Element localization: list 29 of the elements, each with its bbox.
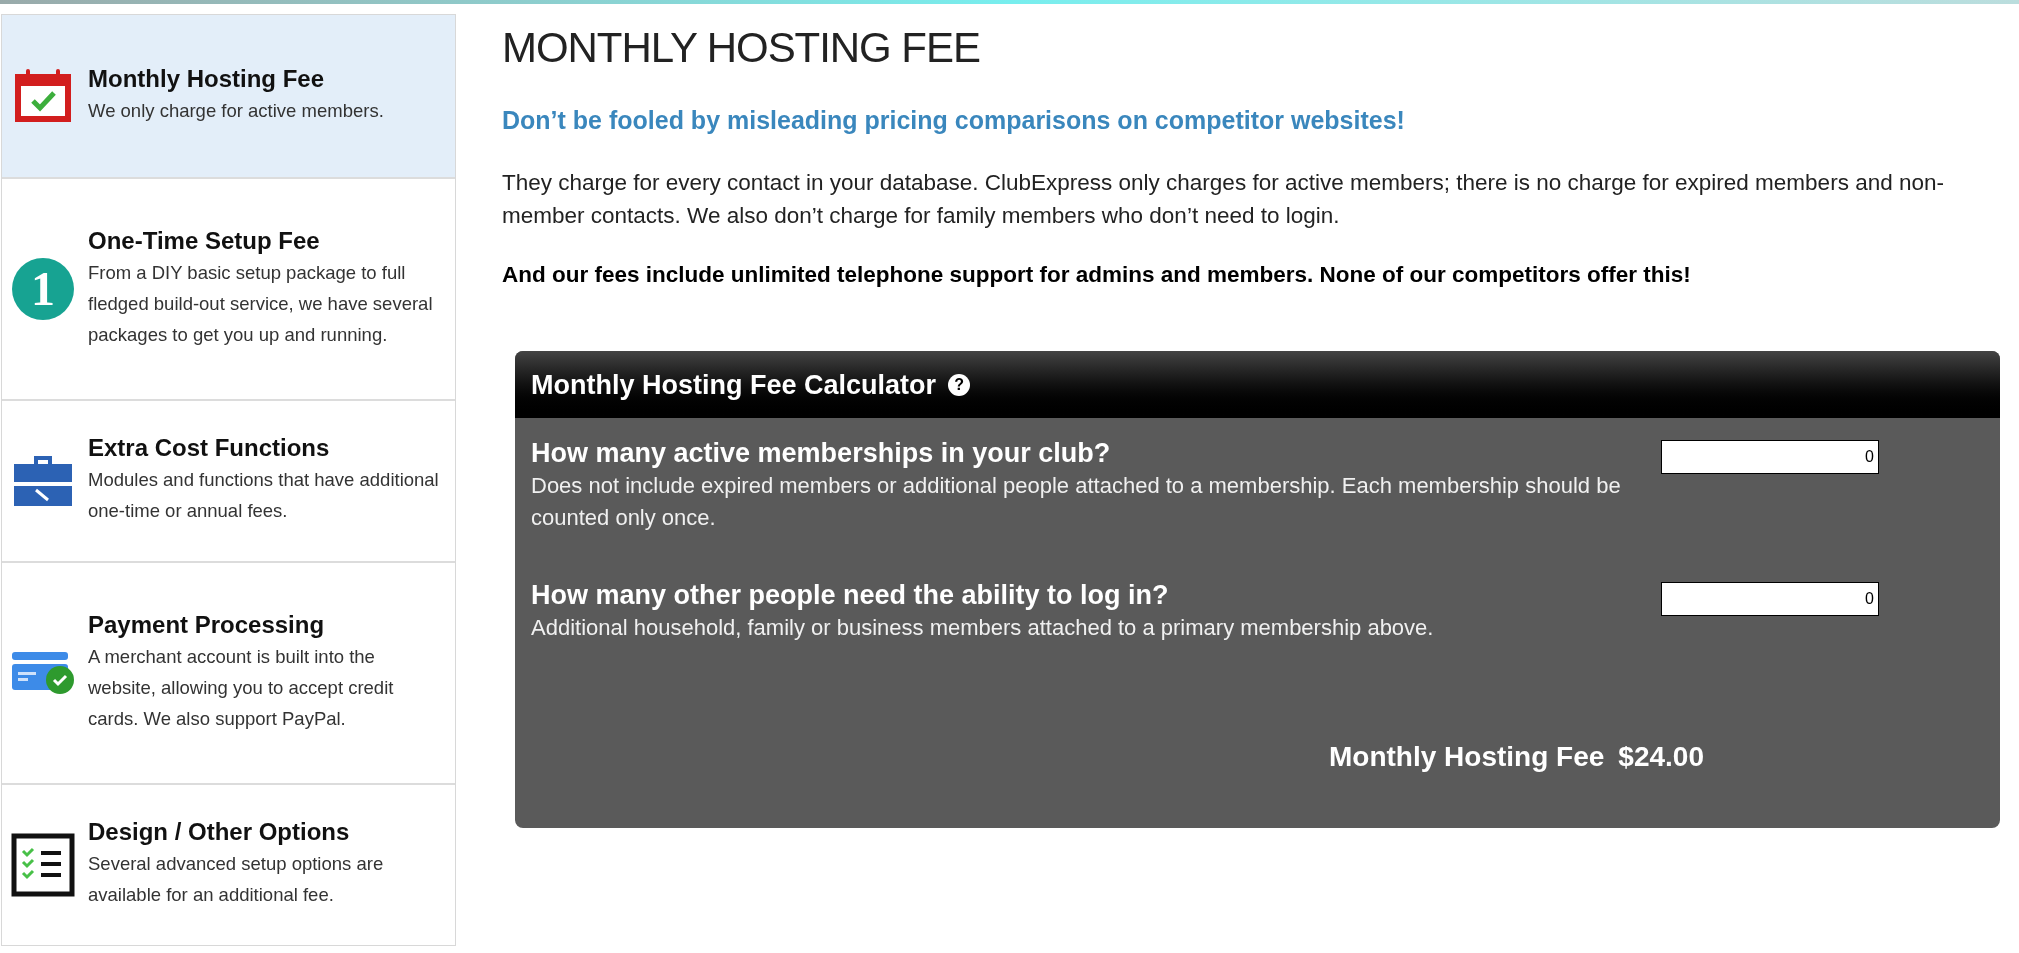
item-title: Extra Cost Functions xyxy=(88,433,331,463)
item-description: We only charge for active members. xyxy=(88,98,384,123)
number-input-field[interactable]: 0 xyxy=(1661,440,1879,475)
help-icon[interactable]: ? xyxy=(948,373,971,396)
calculator-title: Monthly Hosting Fee Calculator xyxy=(531,368,937,402)
question-hint: Additional household, family or business members attached to a primary membership above. xyxy=(531,614,1435,643)
support-statement: And our fees include unlimited telephone support for admins and members. None of our competitors offer this! xyxy=(502,260,1692,289)
intro-paragraph: They charge for every contact in your database. ClubExpress only charges for active members; there is no charge for expired members and non-member contacts. We also don’t charge for family members who don’t need to login. xyxy=(502,168,1945,230)
item-description: A merchant account is built into the website, allowing you to accept credit cards. We also support PayPal. xyxy=(88,644,395,731)
item-description: Modules and functions that have additional one-time or annual fees. xyxy=(88,468,440,523)
question-hint: Does not include expired members or additional people attached to a membership. Each membership should be counted only once. xyxy=(531,472,1622,533)
calendar-check-icon xyxy=(12,68,74,124)
item-description: Several advanced setup options are available for an additional fee. xyxy=(88,852,385,907)
tagline: Don’t be fooled by misleading pricing comparisons on competitor websites! xyxy=(502,105,1406,136)
question-label: How many active memberships in your club? xyxy=(531,437,1112,471)
total-label: Monthly Hosting Fee xyxy=(1329,740,1605,775)
item-title: One-Time Setup Fee xyxy=(88,225,321,256)
checklist-icon xyxy=(11,833,75,897)
question-label: How many other people need the ability to log in? xyxy=(531,579,1170,613)
item-title: Design / Other Options xyxy=(88,817,351,847)
item-title: Payment Processing xyxy=(88,609,326,640)
credit-card-check-icon xyxy=(10,650,76,696)
number-badge: 1 xyxy=(12,258,74,320)
sidebar-item[interactable]: Monthly Hosting Fee We only charge for active members. xyxy=(2,15,455,177)
total-value: $24.00 xyxy=(1618,740,1704,775)
item-description: From a DIY basic setup package to full fledged build-out service, we have several packages to get you up and running. xyxy=(88,260,434,347)
page-heading: MONTHLY HOSTING FEE xyxy=(502,23,981,73)
item-title: Monthly Hosting Fee xyxy=(88,63,325,94)
number-input-field[interactable]: 0 xyxy=(1661,582,1879,617)
